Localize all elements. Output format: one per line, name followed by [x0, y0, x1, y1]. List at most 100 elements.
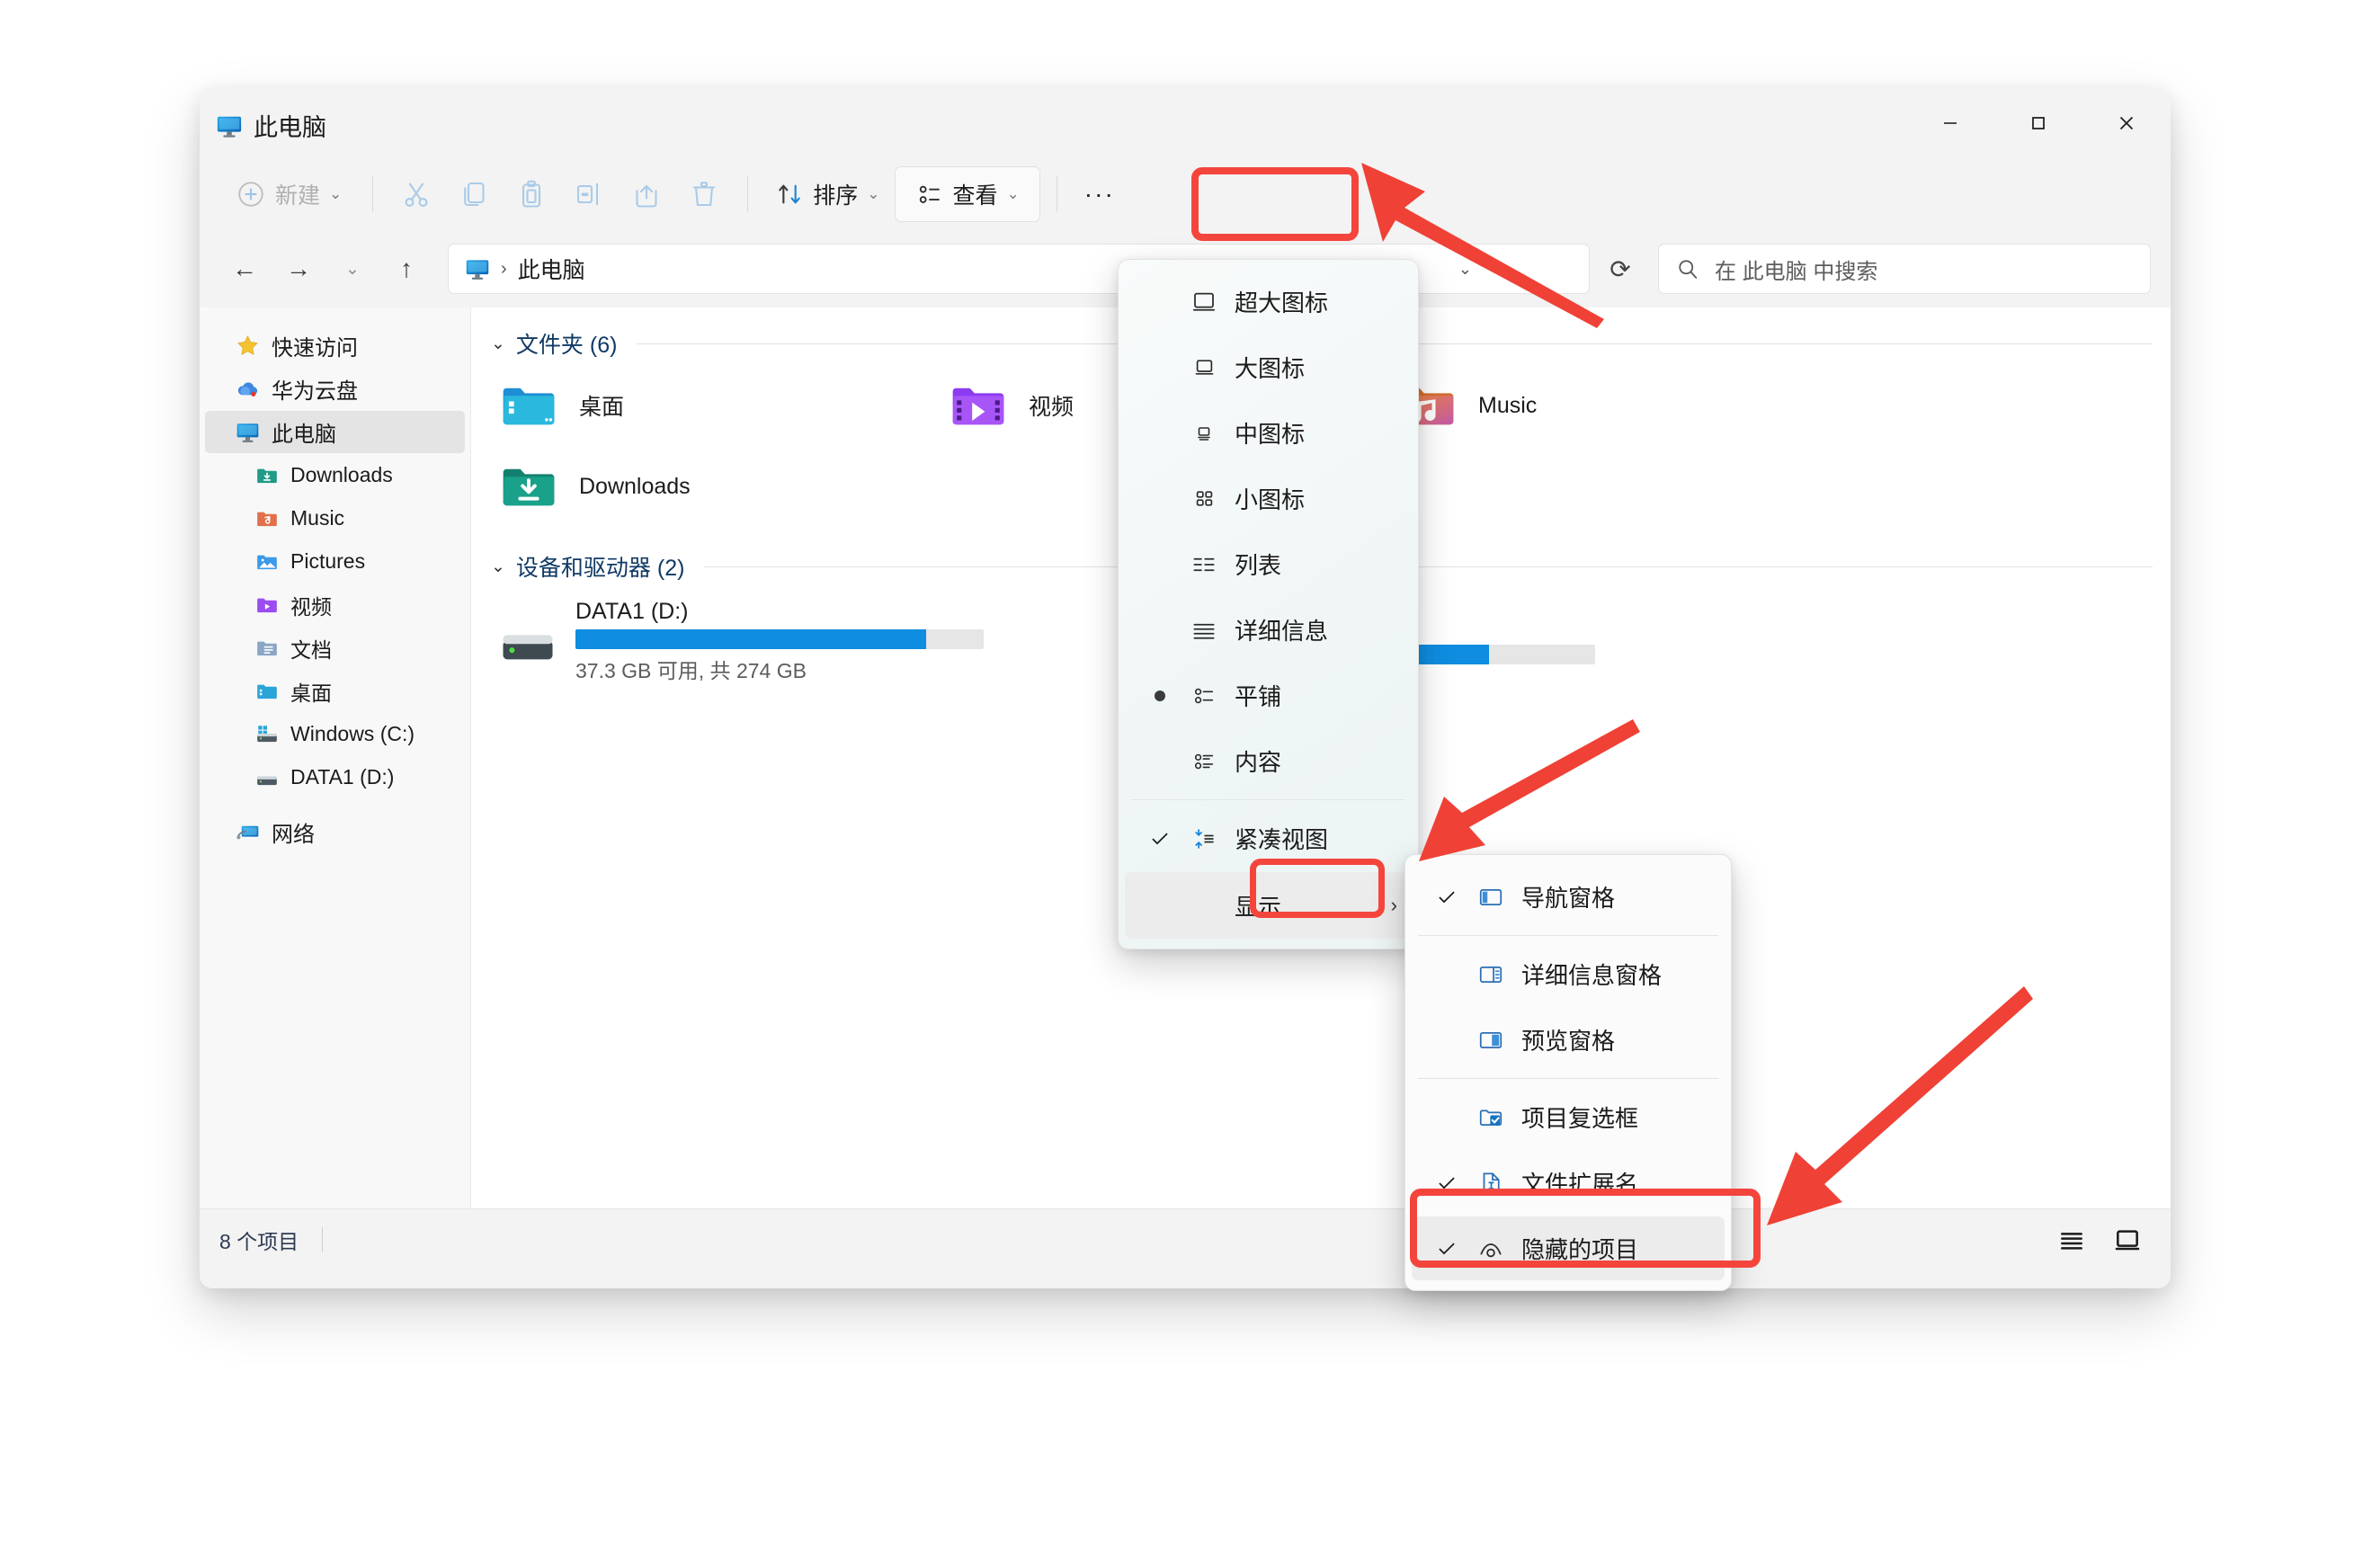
- item-checkbox-icon: [1467, 1104, 1514, 1131]
- list-view-icon: [1181, 551, 1227, 578]
- forward-button[interactable]: →: [273, 244, 324, 294]
- cloud-icon: [236, 377, 260, 401]
- close-button[interactable]: [2082, 88, 2171, 158]
- sidebar-item-label: Windows (C:): [290, 722, 415, 745]
- chevron-down-icon: ⌄: [1006, 185, 1020, 202]
- new-button[interactable]: 新建 ⌄: [221, 168, 356, 220]
- breadcrumb-current[interactable]: 此电脑: [518, 253, 585, 285]
- menu-divider: [1131, 799, 1405, 800]
- menu-item-label: 小图标: [1235, 486, 1306, 513]
- music-folder-icon: [255, 507, 279, 530]
- sidebar-item-music[interactable]: Music: [205, 497, 465, 539]
- folder-tile-label: Music: [1478, 392, 1538, 418]
- selected-dot-icon: [1155, 690, 1165, 701]
- drive-info: DATA1 (D:) 37.3 GB 可用, 共 274 GB: [575, 599, 984, 684]
- refresh-button[interactable]: ⟳: [1593, 244, 1647, 294]
- video-folder-icon: [948, 375, 1009, 436]
- search-box[interactable]: 在 此电脑 中搜索: [1658, 244, 2151, 294]
- back-button[interactable]: ←: [219, 244, 270, 294]
- command-toolbar: 新建 ⌄ 排序 ⌄ 查看 ⌄ ···: [200, 158, 2171, 230]
- menu-item-content[interactable]: 内容: [1125, 729, 1412, 793]
- item-count: 8 个项目: [219, 1229, 299, 1253]
- folder-tile[interactable]: Downloads: [491, 451, 941, 521]
- search-icon: [1675, 256, 1700, 281]
- menu-item-compact-view[interactable]: 紧凑视图: [1125, 806, 1412, 870]
- sidebar-item-huawei-cloud[interactable]: 华为云盘: [205, 368, 465, 410]
- cut-button[interactable]: [389, 168, 443, 220]
- menu-item-tiles[interactable]: 平铺: [1125, 664, 1412, 727]
- menu-item-label: 导航窗格: [1521, 885, 1616, 912]
- menu-item-details[interactable]: 详细信息: [1125, 598, 1412, 662]
- menu-item-extra-large-icons[interactable]: 超大图标: [1125, 270, 1412, 334]
- delete-button[interactable]: [677, 168, 731, 220]
- share-button[interactable]: [620, 168, 673, 220]
- menu-item-item-checkboxes[interactable]: 项目复选框: [1412, 1085, 1725, 1149]
- desktop-folder-icon: [255, 680, 279, 703]
- menu-item-preview-pane[interactable]: 预览窗格: [1412, 1008, 1725, 1072]
- menu-item-label: 超大图标: [1235, 290, 1329, 316]
- menu-item-label: 预览窗格: [1521, 1028, 1616, 1055]
- copy-button[interactable]: [447, 168, 501, 220]
- downloads-folder-icon: [498, 456, 559, 517]
- drive-tile[interactable]: DATA1 (D:) 37.3 GB 可用, 共 274 GB: [491, 593, 1102, 689]
- paste-button[interactable]: [504, 168, 558, 220]
- menu-item-small-icons[interactable]: 小图标: [1125, 467, 1412, 530]
- windows-drive-icon: [255, 723, 279, 746]
- sidebar-item-label: Downloads: [290, 463, 393, 486]
- sort-button[interactable]: 排序 ⌄: [764, 168, 890, 220]
- overflow-menu-icon: ···: [1083, 180, 1115, 208]
- folder-tile-label: 桌面: [579, 395, 625, 420]
- menu-item-list[interactable]: 列表: [1125, 532, 1412, 596]
- compact-view-icon: [1181, 826, 1227, 851]
- sidebar-item-data1-d[interactable]: DATA1 (D:): [205, 756, 465, 798]
- network-icon: [236, 820, 260, 844]
- recent-locations-button[interactable]: ⌄: [327, 244, 378, 294]
- large-icons-view-toggle[interactable]: [2104, 1218, 2151, 1261]
- group-rule: [704, 566, 2153, 567]
- chevron-down-icon[interactable]: ⌄: [1458, 260, 1472, 279]
- rename-button[interactable]: [562, 168, 616, 220]
- chevron-down-icon[interactable]: ⌄: [491, 557, 505, 577]
- star-icon: [236, 334, 260, 358]
- sidebar-item-desktop[interactable]: 桌面: [205, 670, 465, 712]
- sidebar-item-this-pc[interactable]: 此电脑: [205, 411, 465, 453]
- sidebar-item-label: 此电脑: [272, 423, 336, 447]
- menu-item-label: 紧凑视图: [1235, 826, 1329, 853]
- sidebar-item-documents[interactable]: 文档: [205, 627, 465, 669]
- maximize-button[interactable]: [1994, 88, 2082, 158]
- toolbar-divider-2: [747, 176, 749, 212]
- menu-item-file-extensions[interactable]: 文件扩展名: [1412, 1151, 1725, 1215]
- drives-group-title: 设备和驱动器 (2): [515, 556, 685, 581]
- view-button[interactable]: 查看 ⌄: [894, 166, 1040, 222]
- folder-tile[interactable]: Music: [1390, 370, 1840, 441]
- sidebar-item-downloads[interactable]: Downloads: [205, 454, 465, 496]
- up-button[interactable]: ↑: [381, 244, 432, 294]
- menu-item-label: 详细信息: [1235, 618, 1329, 645]
- menu-item-details-pane[interactable]: 详细信息窗格: [1412, 942, 1725, 1006]
- sidebar-item-label: 快速访问: [272, 336, 358, 361]
- menu-item-show[interactable]: 显示 ›: [1125, 872, 1412, 939]
- menu-item-label: 项目复选框: [1521, 1105, 1639, 1132]
- overflow-button[interactable]: ···: [1074, 168, 1126, 220]
- minimize-button[interactable]: [1906, 88, 1994, 158]
- menu-check: [1139, 690, 1181, 701]
- folder-tile[interactable]: 桌面: [491, 370, 941, 441]
- menu-item-large-icons[interactable]: 大图标: [1125, 335, 1412, 399]
- menu-item-navigation-pane[interactable]: 导航窗格: [1412, 865, 1725, 929]
- drive-icon: [255, 766, 279, 789]
- menu-item-hidden-items[interactable]: 隐藏的项目: [1412, 1216, 1725, 1280]
- menu-item-medium-icons[interactable]: 中图标: [1125, 401, 1412, 465]
- breadcrumb-separator: ›: [501, 258, 507, 279]
- chevron-down-icon[interactable]: ⌄: [491, 334, 505, 354]
- sidebar-item-windows-c[interactable]: Windows (C:): [205, 713, 465, 755]
- status-divider: [322, 1226, 324, 1252]
- details-view-toggle[interactable]: [2048, 1218, 2095, 1261]
- large-icons-icon: [1181, 355, 1227, 379]
- downloads-folder-icon: [255, 464, 279, 487]
- sidebar-item-quick-access[interactable]: 快速访问: [205, 325, 465, 367]
- sidebar-item-label: 文档: [290, 637, 332, 662]
- folder-tile-label: 视频: [1029, 395, 1074, 420]
- sidebar-item-pictures[interactable]: Pictures: [205, 540, 465, 583]
- sidebar-item-videos[interactable]: 视频: [205, 584, 465, 626]
- sidebar-item-network[interactable]: 网络: [205, 811, 465, 853]
